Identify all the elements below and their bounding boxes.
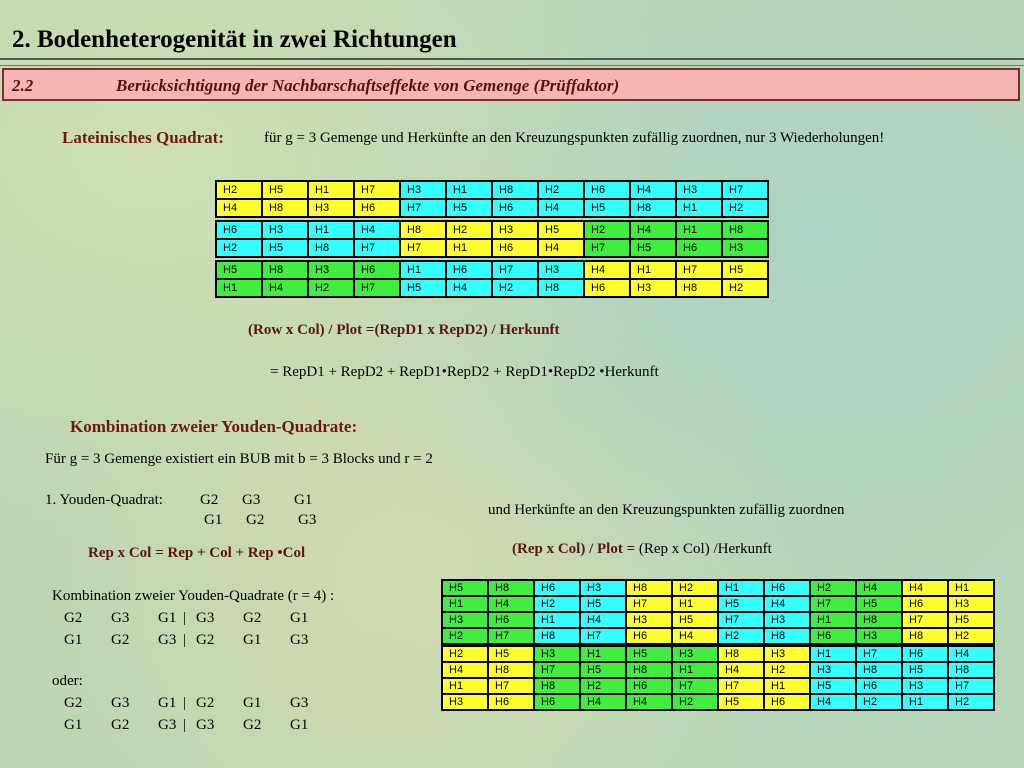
formula-rep-col-plot-rest: (Rep x Col) /Herkunft [635, 541, 772, 557]
oder-cell: G3 [196, 717, 215, 733]
latin-square-grid: H2 H5 H1 H7 H3 H1 H8 H2 H6 H4 H3 H7 H4 H8 H3 H6 H7 H5 H6 H4… [215, 180, 769, 298]
oder-cell: G2 [243, 717, 262, 733]
block-frame [399, 220, 585, 258]
oder-cell: G2 [64, 695, 83, 711]
block-frame [583, 220, 769, 258]
combo-cell: G1 [243, 632, 262, 648]
formula-repd: = RepD1 + RepD2 + RepD1•RepD2 + RepD1•Re… [270, 364, 659, 380]
assign-text: und Herkünfte an den Kreuzungspunkten zu… [488, 502, 845, 518]
formula-row-col: (Row x Col) / Plot =(RepD1 x RepD2) / He… [248, 322, 560, 338]
block-frame [717, 645, 811, 711]
block-frame [625, 579, 719, 645]
combo-line: G2 G3 G1 | G3 G2 G1 [64, 607, 337, 629]
block-frame [399, 180, 585, 218]
combo-cell: G2 [111, 632, 130, 648]
oder-cell: G2 [196, 695, 215, 711]
youden1-cell: G1 [294, 492, 313, 508]
block-frame [399, 260, 585, 298]
block-frame [717, 579, 811, 645]
youden1-cell: G3 [242, 492, 261, 508]
block-frame [441, 579, 535, 645]
title-rule [0, 58, 1024, 66]
oder-cell: G2 [111, 717, 130, 733]
youden-grid: H5 H8 H6 H3 H8 H2 H1 H6 H2 H4 H4 H1 H1 H4 H2 H5 H7 H1 H5 H4… [441, 579, 995, 711]
block-frame [901, 645, 995, 711]
combo-cell: G1 [64, 632, 83, 648]
youden1-cell: G3 [298, 512, 317, 528]
latin-square-label: Lateinisches Quadrat: [62, 128, 224, 147]
block-frame [215, 220, 401, 258]
block-frame [901, 579, 995, 645]
page-title: 2. Bodenheterogenität in zwei Richtungen [12, 26, 457, 53]
youden1-cell: G2 [246, 512, 265, 528]
youden1-label: 1. Youden-Quadrat: [45, 492, 163, 508]
oder-rows: G2 G3 G1 | G2 G1 G3 G1 G2 G3 | G3 G2 G1 [64, 692, 337, 736]
combo-rows: G2 G3 G1 | G3 G2 G1 G1 G2 G3 | G2 G1 G3 [64, 607, 337, 651]
combo-cell: G2 [243, 610, 262, 626]
block-frame [215, 180, 401, 218]
block-frame [625, 645, 719, 711]
combo-cell: G1 [290, 610, 309, 626]
block-frame [215, 260, 401, 298]
oder-cell: G1 [243, 695, 262, 711]
block-frame [809, 645, 903, 711]
block-frame [533, 579, 627, 645]
oder-label: oder: [52, 673, 83, 689]
youden1-cell: G2 [200, 492, 219, 508]
combo-cell: G3 [196, 610, 215, 626]
oder-line: G1 G2 G3 | G3 G2 G1 [64, 714, 337, 736]
combo-separator: | [183, 632, 187, 648]
block-frame [583, 180, 769, 218]
oder-separator: | [183, 717, 187, 733]
youden1-row1: G2 G3 G1 [200, 492, 312, 509]
oder-separator: | [183, 695, 187, 711]
youden-heading: Kombination zweier Youden-Quadrate: [70, 417, 358, 436]
block-frame [533, 645, 627, 711]
subheader-text: Berücksichtigung der Nachbarschaftseffek… [116, 76, 620, 95]
formula-rep-col: Rep x Col = Rep + Col + Rep •Col [88, 545, 306, 561]
formula-rep-col-plot-bold: (Rep x Col) / Plot = [512, 541, 636, 557]
oder-line: G2 G3 G1 | G2 G1 G3 [64, 692, 337, 714]
combo-cell: G2 [64, 610, 83, 626]
block-frame [441, 645, 535, 711]
latin-square-description: für g = 3 Gemenge und Herkünfte an den K… [264, 130, 885, 146]
block-frame [583, 260, 769, 298]
combo-line: G1 G2 G3 | G2 G1 G3 [64, 629, 337, 651]
oder-cell: G3 [290, 695, 309, 711]
subheader-number: 2.2 [12, 76, 34, 95]
combo-separator: | [183, 610, 187, 626]
youden1-row2: G1 G2 G3 [204, 512, 316, 529]
formula-rep-col-plot: (Rep x Col) / Plot = (Rep x Col) /Herkun… [512, 541, 772, 558]
youden1-cell: G1 [204, 512, 223, 528]
oder-cell: G1 [64, 717, 83, 733]
block-frame [809, 579, 903, 645]
oder-cell: G1 [290, 717, 309, 733]
oder-cell: G3 [111, 695, 130, 711]
subheader-bar: 2.2 Berücksichtigung der Nachbarschaftse… [2, 68, 1020, 101]
combo-cell: G3 [290, 632, 309, 648]
combo-title: Kombination zweier Youden-Quadrate (r = … [52, 588, 335, 604]
combo-cell: G3 [111, 610, 130, 626]
bub-text: Für g = 3 Gemenge existiert ein BUB mit … [45, 451, 433, 467]
combo-cell: G2 [196, 632, 215, 648]
